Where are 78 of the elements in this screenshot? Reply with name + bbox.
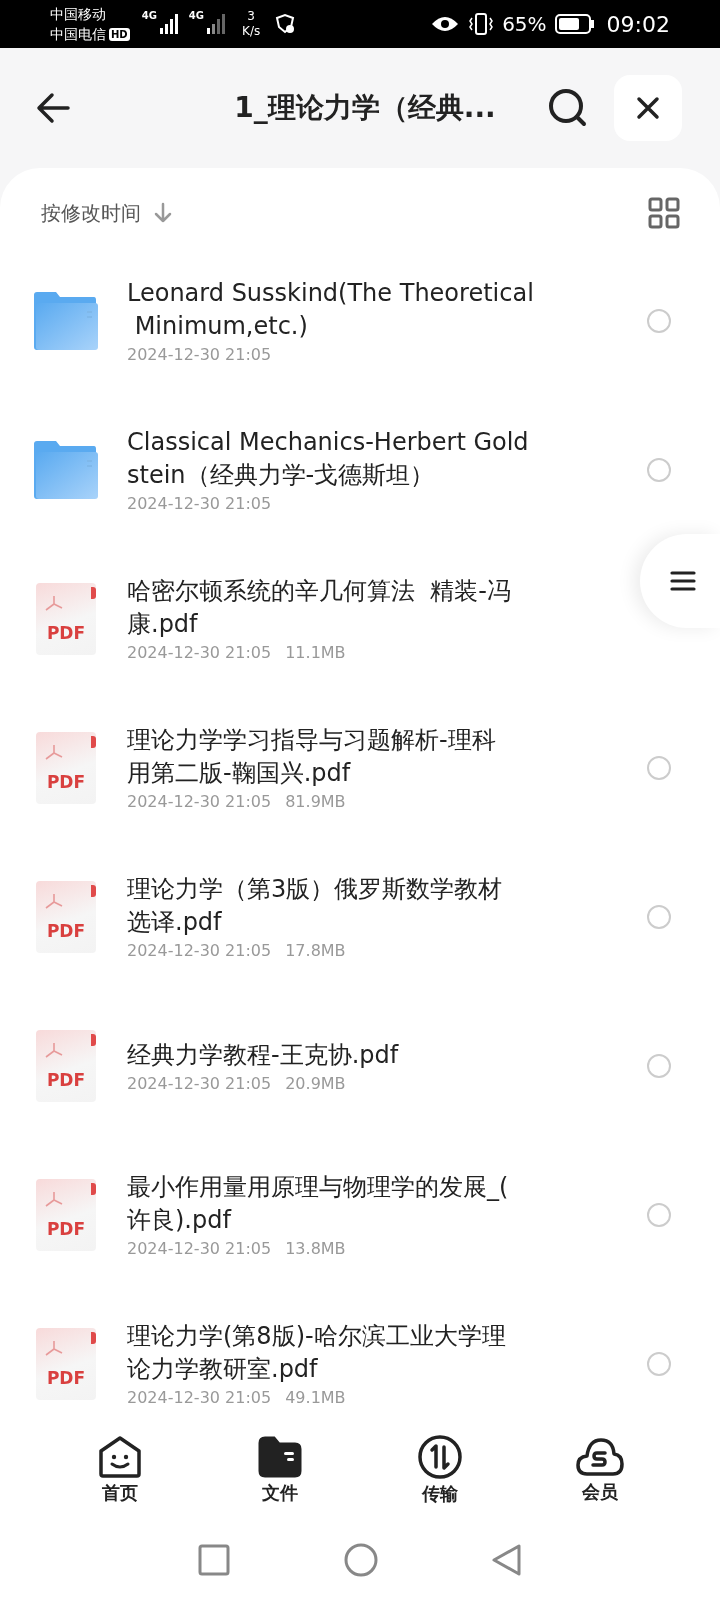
- file-size: 11.1MB: [285, 643, 346, 662]
- file-name: 哈密尔顿系统的辛几何算法 精装-冯 康.pdf: [127, 576, 512, 640]
- modified-date: 2024-12-30 21:05: [127, 792, 272, 811]
- modified-date: 2024-12-30 21:05: [127, 345, 272, 364]
- grid-view-icon[interactable]: [648, 197, 680, 229]
- battery-percent: 65%: [502, 12, 547, 36]
- smiley-house-icon: [97, 1435, 143, 1479]
- file-name: 理论力学（第3版）俄罗斯数学教材 选译.pdf: [127, 874, 504, 938]
- select-radio[interactable]: [647, 1202, 671, 1227]
- select-radio[interactable]: [647, 457, 671, 482]
- pdf-file-icon: PDF: [36, 1327, 96, 1400]
- pdf-file-icon: PDF: [36, 1029, 96, 1102]
- nav-tab[interactable]: 传输: [395, 1434, 485, 1506]
- carrier-name: 中国移动: [50, 5, 107, 24]
- transfer-arrows-icon: [417, 1434, 463, 1480]
- pdf-file-icon: PDF: [36, 731, 96, 804]
- file-name: 经典力学教程-王克协.pdf: [127, 1039, 400, 1071]
- file-item[interactable]: PDF 理论力学（第3版）俄罗斯数学教材 选译.pdf 2024-12-30 21:05 17.8MB: [0, 842, 720, 991]
- hd-badge: HD: [109, 27, 130, 41]
- menu-icon: [670, 570, 696, 592]
- close-icon: [636, 96, 660, 120]
- battery-icon: [554, 13, 595, 35]
- file-name: Classical Mechanics-Herbert Gold stein（经典力学-戈德斯坦）: [127, 427, 530, 491]
- modified-date: 2024-12-30 21:05: [127, 1073, 272, 1093]
- folder-title: 1_理论力学（经典...: [233, 90, 497, 126]
- close-button[interactable]: [614, 75, 682, 141]
- nav-tab[interactable]: 文件: [235, 1435, 325, 1505]
- sort-option[interactable]: 按修改时间: [41, 199, 141, 227]
- file-item[interactable]: PDF 经典力学教程-王克协.pdf 2024-12-30 21:05 20.9MB: [0, 991, 720, 1140]
- file-size: 20.9MB: [285, 1073, 346, 1093]
- vibrate-icon: [468, 12, 495, 36]
- nav-tab[interactable]: 首页: [75, 1435, 165, 1505]
- carrier-name: 中国电信: [50, 25, 106, 44]
- recents-icon[interactable]: [197, 1543, 231, 1577]
- file-item[interactable]: PDF 哈密尔顿系统的辛几何算法 精装-冯 康.pdf 2024-12-30 21:05 11.1MB: [0, 544, 720, 693]
- select-radio[interactable]: [647, 308, 671, 333]
- select-radio[interactable]: [647, 1351, 671, 1376]
- file-size: 49.1MB: [285, 1388, 346, 1407]
- file-item[interactable]: Classical Mechanics-Herbert Gold stein（经典力学-戈德斯坦） 2024-12-30 21:05: [0, 395, 720, 544]
- cloud-icon: [575, 1436, 625, 1478]
- file-name: 最小作用量用原理与物理学的发展_( 许良).pdf: [127, 1172, 510, 1236]
- modified-date: 2024-12-30 21:05: [127, 1239, 272, 1258]
- signal-icon: [206, 13, 228, 35]
- pdf-file-icon: PDF: [36, 582, 96, 655]
- back-icon[interactable]: [491, 1543, 523, 1577]
- nav-tab[interactable]: 会员: [555, 1436, 645, 1504]
- pdf-file-icon: PDF: [36, 880, 96, 953]
- file-size: 13.8MB: [285, 1239, 346, 1258]
- file-item[interactable]: Leonard Susskind(The Theoretical Minimum,etc.) 2024-12-30 21:05: [0, 246, 720, 395]
- modified-date: 2024-12-30 21:05: [127, 1388, 272, 1407]
- down-arrow-icon[interactable]: [153, 202, 173, 224]
- file-size: 81.9MB: [285, 792, 346, 811]
- select-radio[interactable]: [647, 1053, 671, 1078]
- menu-float-button[interactable]: [640, 534, 720, 628]
- speed-value: 3: [247, 9, 255, 24]
- file-item[interactable]: PDF 理论力学(第8版)-哈尔滨工业大学理 论力学教研室.pdf 2024-12-30 21:05 49.1MB: [0, 1289, 720, 1420]
- modified-date: 2024-12-30 21:05: [127, 494, 272, 513]
- modified-date: 2024-12-30 21:05: [127, 941, 272, 960]
- signal-icon: [158, 13, 181, 35]
- file-name: Leonard Susskind(The Theoretical Minimum,etc.): [127, 278, 535, 342]
- speed-unit: K/s: [242, 24, 261, 39]
- clock: 09:02: [606, 11, 670, 37]
- folder-icon: [32, 439, 98, 500]
- folder-icon: [257, 1435, 303, 1479]
- file-size: 17.8MB: [285, 941, 346, 960]
- file-name: 理论力学(第8版)-哈尔滨工业大学理 论力学教研室.pdf: [127, 1321, 507, 1385]
- network-type: 4G: [141, 10, 157, 21]
- network-type: 4G: [188, 10, 204, 21]
- select-radio[interactable]: [647, 904, 671, 929]
- shield-icon: [274, 13, 297, 35]
- file-item[interactable]: PDF 最小作用量用原理与物理学的发展_( 许良).pdf 2024-12-30 21:05 13.8MB: [0, 1140, 720, 1289]
- select-radio[interactable]: [647, 755, 671, 780]
- file-name: 理论力学学习指导与习题解析-理科 用第二版-鞠国兴.pdf: [127, 725, 497, 789]
- home-icon[interactable]: [343, 1542, 379, 1578]
- modified-date: 2024-12-30 21:05: [127, 643, 272, 662]
- pdf-file-icon: PDF: [36, 1178, 96, 1251]
- folder-icon: [32, 290, 98, 351]
- file-item[interactable]: PDF 理论力学学习指导与习题解析-理科 用第二版-鞠国兴.pdf 2024-12-30 21:05 81.9MB: [0, 693, 720, 842]
